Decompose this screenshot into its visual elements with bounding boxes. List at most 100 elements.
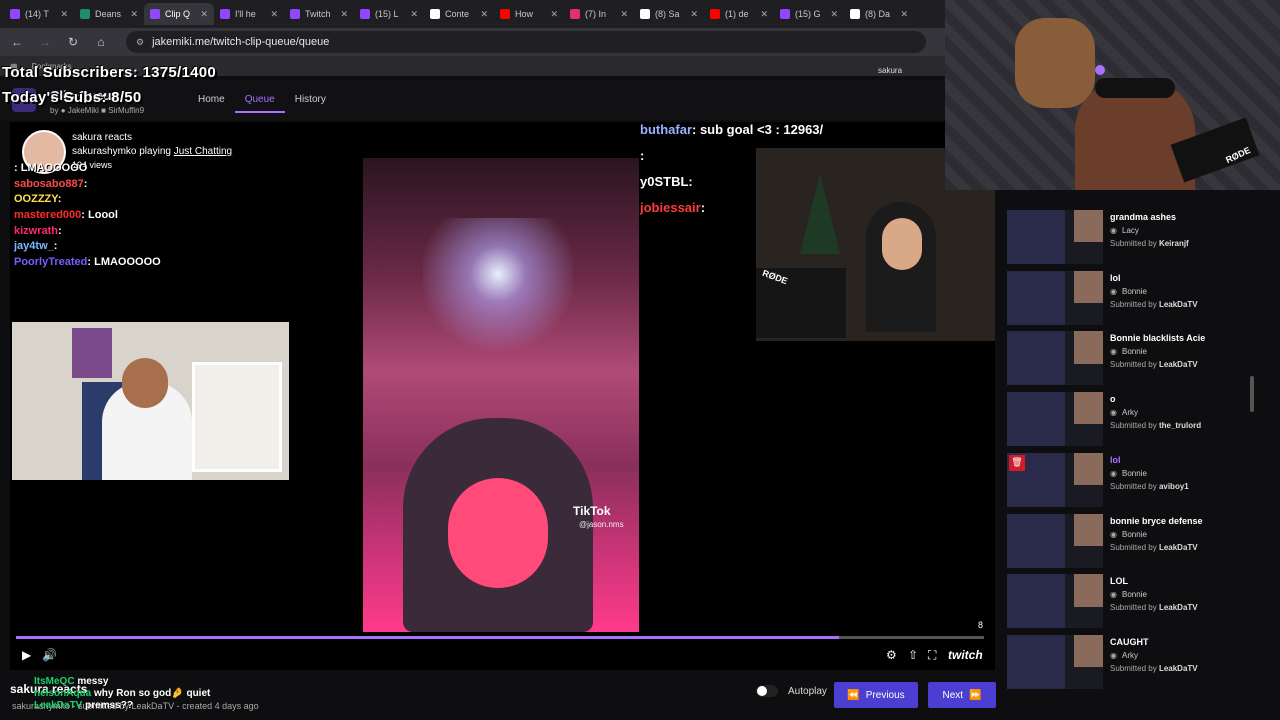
site-info-icon[interactable]: ⚙ [136,37,144,48]
autoplay-toggle[interactable] [756,685,778,697]
url-input[interactable]: ⚙ jakemiki.me/twitch-clip-queue/queue [126,31,926,53]
close-icon[interactable]: ✕ [550,9,558,20]
tab-favicon-icon [570,9,580,19]
chat-message: OOZZZY: [14,193,161,209]
reload-icon[interactable]: ↻ [66,35,80,49]
trash-icon[interactable]: 🗑 [1009,454,1025,471]
close-icon[interactable]: ✕ [690,9,698,20]
browser-tab[interactable]: Twitch ✕ [284,3,354,25]
close-icon[interactable]: ✕ [410,9,418,20]
browser-tab[interactable]: (15) G ✕ [774,3,844,25]
tab-label: Clip Q [165,9,191,19]
tab-favicon-icon [80,9,90,19]
chat-message: PoorlyTreated: LMAOOOOO [14,256,161,272]
github-icon: ● [60,106,66,115]
close-icon[interactable]: ✕ [830,9,838,20]
close-icon[interactable]: ✕ [760,9,768,20]
queue-item[interactable]: LOL ◉ Bonnie Submitted by LeakDaTV [1005,572,1270,632]
thumb-face [1074,634,1103,668]
browser-tab-bar: (14) T ✕ Deans ✕ Clip Q ✕ I'll he ✕ Twitch ✕ (15) … [0,0,945,28]
tab-favicon-icon [430,9,440,19]
play-icon[interactable]: ▶ [22,648,31,662]
clip-thumbnail[interactable]: 🗑 [1007,452,1103,507]
previous-button[interactable]: ⏪ Previous [834,682,918,708]
clip-thumbnail[interactable] [1007,210,1103,264]
clip-thumbnail[interactable] [1007,513,1103,568]
clip-thumbnail[interactable] [1007,392,1103,447]
chat-text: messy [77,676,109,687]
gear-icon[interactable]: ⚙ [886,648,897,662]
thumb-face [1074,270,1103,304]
clip-submitter: Submitted by LeakDaTV [1110,664,1198,673]
browser-tab[interactable]: (14) T ✕ [4,3,74,25]
browser-tab[interactable]: Clip Q ✕ [144,3,214,25]
browser-tab[interactable]: How ✕ [494,3,564,25]
volume-icon[interactable]: 🔊 [42,648,57,662]
wall-poster [72,328,112,378]
browser-tab[interactable]: (8) Sa ✕ [634,3,704,25]
author-link-1[interactable]: JakeMiki [68,106,99,115]
streamer-icon: ◉ [1110,286,1117,296]
progress-bar[interactable] [16,636,984,639]
clip-title: lol [1110,454,1121,465]
facecam-left [12,322,289,480]
browser-tab[interactable]: (15) L ✕ [354,3,424,25]
chat-message: : LMAOOOOO [14,162,161,178]
tab-label: (8) Da [865,9,891,19]
author-link-2[interactable]: SirMuffin9 [108,106,144,115]
browser-tab[interactable]: Deans ✕ [74,3,144,25]
nav-item-home[interactable]: Home [188,94,235,113]
streamer-head [122,358,168,408]
close-icon[interactable]: ✕ [620,9,628,20]
browser-tab[interactable]: Conte ✕ [424,3,494,25]
chat-separator: : [58,224,62,237]
clip-thumbnail[interactable] [1007,574,1103,629]
tab-label: Deans [95,9,122,19]
queue-item[interactable]: grandma ashes ◉ Lacy Submitted by Keiran… [1005,208,1270,268]
chat-message: buthafar: sub goal <3 : 12963/ [640,122,823,148]
light-dot [1095,65,1105,75]
queue-item[interactable]: Bonnie blacklists Acie ◉ Bonnie Submitte… [1005,329,1270,389]
back-arrow-icon[interactable]: ← [10,35,24,49]
close-icon[interactable]: ✕ [60,9,68,20]
fullscreen-icon[interactable]: ⛶ [928,648,936,663]
share-icon[interactable]: ⇧ [908,648,918,662]
queue-item[interactable]: 🗑 lol ◉ Bonnie Submitted by aviboy1 [1005,451,1270,511]
close-icon[interactable]: ✕ [480,9,488,20]
twitch-logo-icon[interactable]: twitch [948,648,983,662]
queue-scrollbar[interactable] [1250,376,1254,412]
close-icon[interactable]: ✕ [340,9,348,20]
home-icon[interactable]: ⌂ [94,35,108,49]
today-subs-counter: Today's Subs: 8/50 [2,89,142,106]
autoplay-toggle-group: Autoplay [756,685,827,697]
chat-username: sabosabo887 [14,177,84,190]
close-icon[interactable]: ✕ [900,9,908,20]
close-icon[interactable]: ✕ [200,9,208,20]
next-button[interactable]: Next ⏩ [928,682,996,708]
browser-tab[interactable]: (1) de ✕ [704,3,774,25]
clip-thumbnail[interactable] [1007,270,1103,325]
close-icon[interactable]: ✕ [130,9,138,20]
queue-item[interactable]: lol ◉ Bonnie Submitted by LeakDaTV [1005,269,1270,329]
queue-item[interactable]: CAUGHT ◉ Arky Submitted by LeakDaTV [1005,633,1270,693]
clip-thumbnail[interactable] [1007,634,1103,689]
clip-streamer: Bonnie [1122,590,1147,600]
clip-thumbnail[interactable] [1007,331,1103,386]
submitted-label: Submitted by [1110,663,1157,673]
chat-text: why Ron so god🤌 quiet [94,688,211,699]
video-player[interactable]: TikTok @jason.nms RØDE sakura reacts sak… [10,122,995,670]
forward-arrow-icon[interactable]: → [38,35,52,49]
queue-item[interactable]: o ◉ Arky Submitted by the_trulord [1005,390,1270,450]
queue-item[interactable]: bonnie bryce defense ◉ Bonnie Submitted … [1005,512,1270,572]
browser-tab[interactable]: (8) Da ✕ [844,3,914,25]
browser-tab[interactable]: I'll he ✕ [214,3,284,25]
chat-text: LMAOOOOO [20,162,88,174]
nav-item-queue[interactable]: Queue [234,94,285,113]
tab-favicon-icon [290,9,300,19]
nav-item-history[interactable]: History [285,94,336,113]
clip-submitter: Submitted by aviboy1 [1110,482,1189,491]
user-menu[interactable]: sakura [878,66,902,75]
close-icon[interactable]: ✕ [270,9,278,20]
browser-tab[interactable]: (7) In ✕ [564,3,634,25]
chat-text: premss?? [85,700,133,711]
